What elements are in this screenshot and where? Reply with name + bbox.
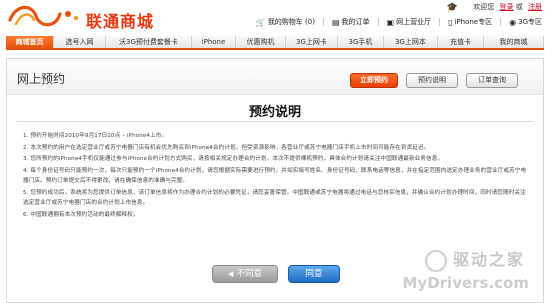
watermark-badge-icon bbox=[425, 250, 447, 272]
order-icon: ▤ bbox=[331, 17, 340, 27]
reserve-now-button[interactable]: 立即预约 bbox=[350, 73, 398, 88]
or-text: 或 bbox=[515, 3, 523, 11]
login-link[interactable]: 登录 bbox=[500, 3, 514, 11]
watermark-en: MyDrivers.com bbox=[402, 274, 530, 292]
cart-link-label: 我的购物车 (0) bbox=[267, 18, 315, 26]
page-title: 网上预约 bbox=[17, 72, 66, 86]
welcome-hat-icon: 🎓 bbox=[446, 3, 458, 13]
agree-button[interactable]: 同意 bbox=[288, 265, 340, 283]
order-query-button[interactable]: 订单查询 bbox=[466, 73, 518, 88]
arrow-left-icon: ◀ bbox=[228, 270, 234, 278]
nav-tab-3g-datacard[interactable]: 3G上网卡 bbox=[286, 36, 338, 48]
nav-tab-home[interactable]: 商城首页 bbox=[6, 36, 54, 48]
disagree-label: 不同意 bbox=[236, 269, 262, 279]
logo-title[interactable]: 联通商城 bbox=[86, 8, 154, 32]
divider bbox=[322, 18, 324, 26]
iphone-zone-link-label: iPhone专区 bbox=[454, 18, 493, 26]
iphone-icon: ▯ bbox=[448, 17, 453, 27]
store-icon: ▣ bbox=[386, 17, 395, 27]
nav-tab-prepaid-card[interactable]: 沃3G预付费套餐卡 bbox=[106, 36, 192, 48]
mydrivers-watermark: 驱动之家 MyDrivers.com bbox=[403, 246, 537, 298]
cart-link[interactable]: 🛒 我的购物车 (0) bbox=[256, 17, 315, 27]
online-store-link[interactable]: ▣ 网上营业厅 bbox=[387, 17, 432, 27]
panel-header: 网上预约 立即预约 预约说明 订单查询 bbox=[7, 59, 543, 95]
china-unicom-logo-icon[interactable] bbox=[6, 2, 84, 32]
main-nav: 商城首页 选号入网 沃3G预付费套餐卡 iPhone 优惠购机 3G上网卡 3G… bbox=[6, 36, 544, 50]
divider bbox=[439, 18, 441, 26]
orders-link[interactable]: ▤ 我的订单 bbox=[332, 17, 370, 27]
user-login-bar: 欢迎您 登录 或 注册 bbox=[473, 2, 542, 12]
rule-item: 4. 每个身份证号码只能预约一次，每次只能预约一个iPhone4合约计划，请您根… bbox=[23, 168, 527, 185]
disagree-button[interactable]: ◀ 不同意 bbox=[212, 265, 278, 283]
doc-title: 预约说明 bbox=[248, 105, 301, 120]
3g-icon: ◉ bbox=[509, 17, 517, 27]
reserve-info-button[interactable]: 预约说明 bbox=[406, 73, 458, 88]
agree-label: 同意 bbox=[305, 269, 323, 279]
3g-zone-link-label: 3G专区 bbox=[518, 18, 542, 26]
3g-zone-link[interactable]: ◉ 3G专区 bbox=[509, 17, 542, 27]
reservation-rules-list: 1. 预约开始时间2010年9月17日10点 – iPhone4上市。 2. 本… bbox=[23, 131, 529, 222]
nav-tab-discount-phones[interactable]: 优惠购机 bbox=[236, 36, 286, 48]
rule-item: 3. 您所预约的iPhone4手机仅能通过参与iPhone合约计划方式购买，请按… bbox=[23, 156, 444, 163]
register-link[interactable]: 注册 bbox=[528, 3, 542, 11]
nav-tab-topup-card[interactable]: 充值卡 bbox=[438, 36, 484, 48]
divider bbox=[17, 121, 533, 122]
nav-tab-3g-phones[interactable]: 3G手机 bbox=[338, 36, 384, 48]
rule-item: 1. 预约开始时间2010年9月17日10点 – iPhone4上市。 bbox=[23, 133, 168, 139]
top-quick-links: 🛒 我的购物车 (0) ▤ 我的订单 ▣ 网上营业厅 ▯ iPhone专区 ◉ … bbox=[248, 17, 542, 27]
rule-item: 2. 本次预约的用户在选定营业厅或苏宁电器门店有机会优先购买到iPhone4合约… bbox=[23, 144, 430, 151]
nav-tab-iphone[interactable]: iPhone bbox=[192, 36, 236, 48]
nav-tab-my-store[interactable]: 我的商城 bbox=[484, 36, 544, 48]
divider bbox=[500, 18, 502, 26]
nav-tab-3g-netbook[interactable]: 3G上网本 bbox=[384, 36, 438, 48]
iphone-zone-link[interactable]: ▯ iPhone专区 bbox=[448, 17, 492, 27]
watermark-cn: 驱动之家 bbox=[452, 250, 525, 269]
orders-link-label: 我的订单 bbox=[341, 18, 370, 26]
online-store-link-label: 网上营业厅 bbox=[396, 18, 432, 26]
reservation-panel: 网上预约 立即预约 预约说明 订单查询 预约说明 1. 预约开始时间2010年9… bbox=[6, 58, 544, 303]
rule-item: 5. 您预约成功后，系统将为您提供订单信息，该订单信息将作为办理合约计划的必要凭… bbox=[23, 190, 526, 207]
nav-tab-number-select[interactable]: 选号入网 bbox=[54, 36, 106, 48]
rule-item: 6. 中国联通拥有本次预约活动的最终解释权。 bbox=[23, 211, 139, 218]
site-header: 联通商城 🎓 欢迎您 登录 或 注册 🛒 我的购物车 (0) ▤ 我的订单 ▣ … bbox=[0, 0, 550, 36]
greeting-text: 欢迎您 bbox=[473, 3, 495, 11]
divider bbox=[377, 18, 379, 26]
cart-icon: 🛒 bbox=[255, 17, 266, 27]
